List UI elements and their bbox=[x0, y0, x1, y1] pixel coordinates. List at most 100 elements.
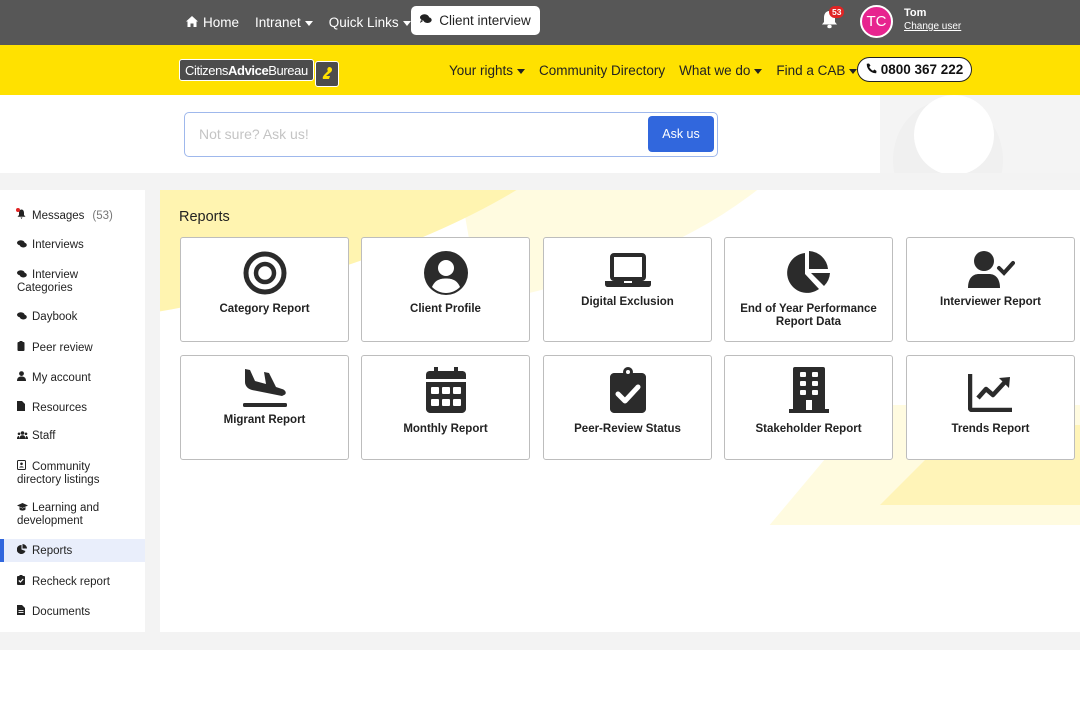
sidebar-item-label: Messages bbox=[32, 210, 85, 222]
report-card-migrant-report[interactable]: Migrant Report bbox=[180, 355, 349, 460]
nav-home[interactable]: Home bbox=[186, 15, 239, 30]
phone-number: 0800 367 222 bbox=[880, 62, 964, 77]
building-icon bbox=[785, 366, 833, 414]
sidebar-item-my-account[interactable]: My account bbox=[0, 371, 145, 385]
home-icon bbox=[186, 15, 198, 30]
caret-down-icon bbox=[517, 68, 526, 74]
report-card-client-profile[interactable]: Client Profile bbox=[361, 237, 530, 342]
search-input[interactable] bbox=[185, 113, 635, 155]
user-name: Tom bbox=[904, 7, 927, 19]
caret-down-icon bbox=[402, 21, 411, 26]
report-card-label: Trends Report bbox=[951, 423, 1030, 435]
nav-quick-links-label: Quick Links bbox=[328, 15, 399, 30]
logo-word-bureau: Bureau bbox=[268, 62, 308, 78]
file-icon bbox=[17, 401, 28, 415]
report-card-label: Monthly Report bbox=[403, 423, 488, 435]
logo-mark-icon bbox=[314, 61, 339, 87]
report-card-monthly-report[interactable]: Monthly Report bbox=[361, 355, 530, 460]
bullseye-icon bbox=[241, 249, 289, 297]
avatar[interactable]: TC bbox=[860, 5, 893, 38]
search-band: Ask us bbox=[0, 95, 1080, 173]
nav-your-rights[interactable]: Your rights bbox=[449, 62, 526, 78]
clipboard-check-icon bbox=[604, 366, 652, 414]
user-check-icon bbox=[967, 246, 1015, 294]
laptop-icon bbox=[604, 246, 652, 294]
sidebar-item-label: Staff bbox=[32, 430, 56, 442]
chart-line-icon bbox=[967, 368, 1015, 416]
report-card-end-of-year-performance[interactable]: End of Year Performance Report Data bbox=[724, 237, 893, 342]
report-card-interviewer-report[interactable]: Interviewer Report bbox=[906, 237, 1075, 342]
nav-find-a-cab[interactable]: Find a CAB bbox=[776, 62, 858, 78]
ask-us-button[interactable]: Ask us bbox=[648, 116, 714, 152]
sidebar-item-interview-categories[interactable]: Interview Categories bbox=[0, 269, 120, 295]
main-nav: Your rights Community Directory What we … bbox=[449, 45, 871, 95]
sidebar-item-messages[interactable]: Messages (53) bbox=[0, 208, 145, 223]
nav-what-we-do-label: What we do bbox=[679, 62, 751, 78]
report-card-label: Client Profile bbox=[410, 303, 481, 315]
report-card-category-report[interactable]: Category Report bbox=[180, 237, 349, 342]
nav-what-we-do[interactable]: What we do bbox=[679, 62, 763, 78]
logo-text: Citizens Advice Bureau bbox=[179, 59, 314, 81]
footer bbox=[0, 650, 1080, 720]
user-icon bbox=[17, 371, 28, 385]
reports-panel: Reports Category Report Client Profile D… bbox=[160, 190, 1080, 632]
caret-down-icon bbox=[304, 21, 313, 26]
nav-home-label: Home bbox=[203, 15, 240, 30]
clipboard-check-icon bbox=[17, 575, 28, 589]
sidebar-item-reports[interactable]: Reports bbox=[0, 539, 145, 562]
search-box: Ask us bbox=[184, 112, 718, 157]
sidebar-item-label: Documents bbox=[32, 606, 91, 618]
sidebar-item-label: Resources bbox=[32, 402, 87, 414]
comments-icon bbox=[17, 239, 28, 252]
sidebar-item-label: Community directory listings bbox=[17, 461, 100, 486]
sidebar-item-documents[interactable]: Documents bbox=[0, 605, 145, 619]
pie-chart-icon bbox=[785, 249, 833, 297]
report-card-stakeholder-report[interactable]: Stakeholder Report bbox=[724, 355, 893, 460]
nav-your-rights-label: Your rights bbox=[449, 62, 514, 78]
report-card-label: Migrant Report bbox=[223, 414, 306, 426]
report-card-label: Peer-Review Status bbox=[574, 423, 681, 435]
sidebar-item-label: My account bbox=[32, 372, 91, 384]
cab-logo[interactable]: Citizens Advice Bureau bbox=[179, 57, 339, 87]
sidebar-item-interviews[interactable]: Interviews bbox=[0, 239, 145, 252]
nav-quick-links[interactable]: Quick Links bbox=[329, 15, 411, 30]
phone-button[interactable]: 0800 367 222 bbox=[857, 57, 972, 82]
sidebar-item-label: Recheck report bbox=[32, 576, 110, 588]
report-card-trends-report[interactable]: Trends Report bbox=[906, 355, 1075, 460]
sidebar-item-community-directory-listings[interactable]: Community directory listings bbox=[0, 460, 120, 487]
comments-icon bbox=[17, 311, 28, 324]
page-title: Reports bbox=[179, 209, 230, 225]
nav-find-a-cab-label: Find a CAB bbox=[776, 62, 846, 78]
unread-dot bbox=[16, 208, 20, 212]
sidebar-item-recheck-report[interactable]: Recheck report bbox=[0, 575, 145, 589]
report-card-label: Digital Exclusion bbox=[581, 296, 674, 308]
decoration bbox=[914, 95, 994, 173]
logo-word-advice: Advice bbox=[228, 62, 269, 78]
messages-count: (53) bbox=[92, 210, 113, 222]
logo-word-citizens: Citizens bbox=[185, 62, 229, 78]
sidebar-item-daybook[interactable]: Daybook bbox=[0, 311, 145, 324]
nav-intranet-label: Intranet bbox=[255, 15, 301, 30]
report-card-peer-review-status[interactable]: Peer-Review Status bbox=[543, 355, 712, 460]
nav-intranet[interactable]: Intranet bbox=[255, 15, 313, 30]
client-interview-button[interactable]: Client interview bbox=[411, 6, 540, 35]
nav-community-directory[interactable]: Community Directory bbox=[539, 63, 665, 78]
sidebar-item-peer-review[interactable]: Peer review bbox=[0, 341, 145, 355]
report-card-digital-exclusion[interactable]: Digital Exclusion bbox=[543, 237, 712, 342]
file-text-icon bbox=[17, 605, 28, 619]
sidebar-item-label: Reports bbox=[32, 545, 73, 557]
sidebar-item-label: Learning and development bbox=[17, 502, 100, 527]
report-card-label: Category Report bbox=[219, 303, 310, 315]
graduation-cap-icon bbox=[17, 502, 28, 515]
sidebar-item-staff[interactable]: Staff bbox=[0, 430, 145, 443]
sidebar-item-label: Interviews bbox=[32, 239, 84, 251]
comments-icon bbox=[17, 269, 28, 282]
sidebar-item-label: Daybook bbox=[32, 311, 78, 323]
clipboard-icon bbox=[17, 341, 28, 355]
sidebar-item-resources[interactable]: Resources bbox=[0, 401, 145, 415]
caret-down-icon bbox=[754, 68, 763, 74]
sidebar-item-learning-and-development[interactable]: Learning and development bbox=[0, 502, 120, 528]
plane-arrival-icon bbox=[241, 364, 289, 412]
phone-icon bbox=[866, 63, 877, 77]
change-user-link[interactable]: Change user bbox=[904, 21, 961, 32]
